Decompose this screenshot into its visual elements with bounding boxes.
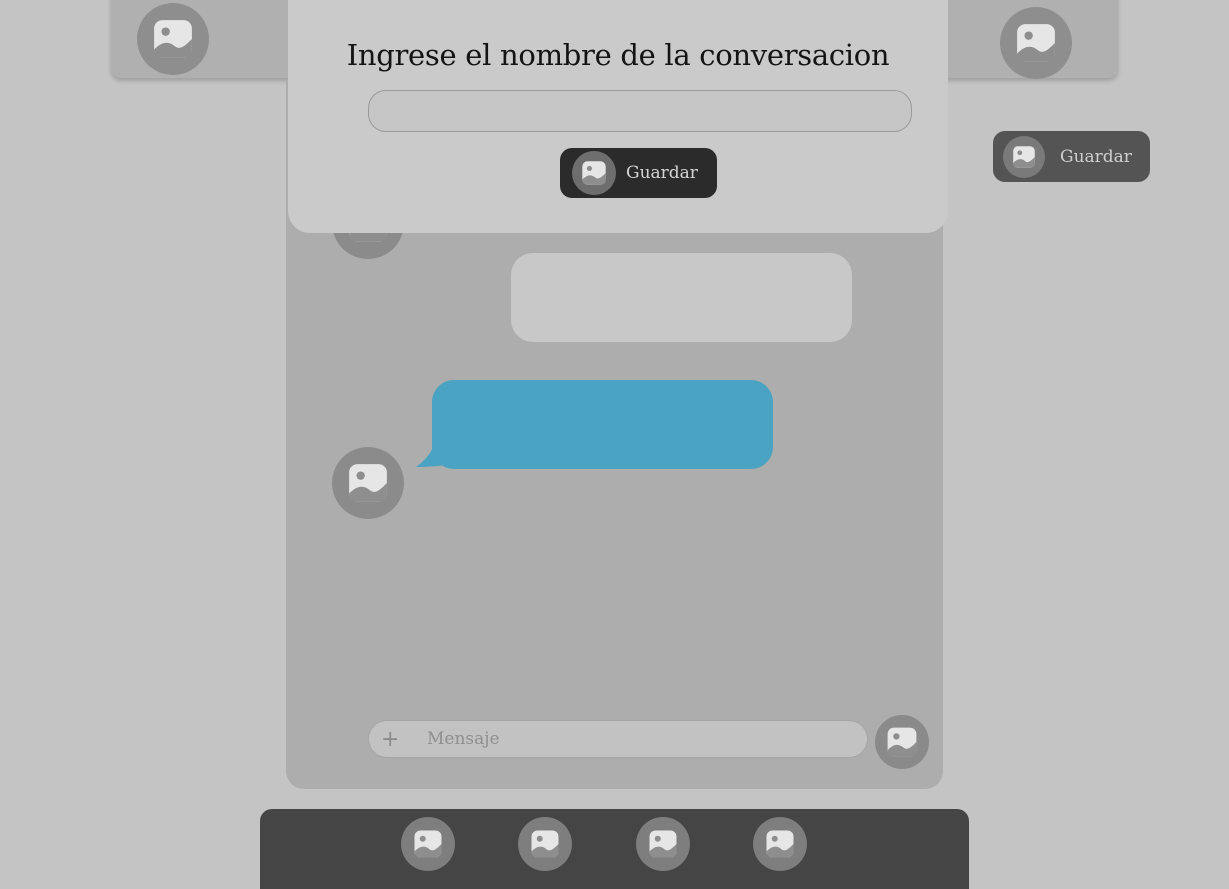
message-input[interactable] xyxy=(425,728,849,750)
nav-item-1[interactable] xyxy=(401,817,455,871)
avatar-icon xyxy=(332,447,404,519)
image-placeholder-icon xyxy=(572,151,616,195)
nav-item-2[interactable] xyxy=(518,817,572,871)
image-placeholder-icon[interactable] xyxy=(137,3,209,75)
message-bubble-incoming xyxy=(416,380,773,469)
nav-item-3[interactable] xyxy=(636,817,690,871)
image-placeholder-icon[interactable] xyxy=(1000,7,1072,79)
image-placeholder-icon xyxy=(765,829,795,859)
save-button[interactable]: Guardar xyxy=(560,148,717,198)
message-composer: + xyxy=(368,720,868,758)
dialog-title: Ingrese el nombre de la conversacion xyxy=(346,38,890,72)
send-button[interactable] xyxy=(875,715,929,769)
save-button-label: Guardar xyxy=(626,163,698,183)
conversation-name-dialog: Ingrese el nombre de la conversacion Gua… xyxy=(288,0,948,233)
image-placeholder-icon xyxy=(1003,135,1045,178)
add-attachment-button[interactable]: + xyxy=(381,727,403,752)
message-bubble-outgoing xyxy=(511,253,852,342)
image-placeholder-icon xyxy=(413,829,443,859)
image-placeholder-icon xyxy=(648,829,678,859)
conversation-name-input[interactable] xyxy=(368,90,912,132)
side-save-label: Guardar xyxy=(1060,146,1132,167)
nav-item-4[interactable] xyxy=(753,817,807,871)
image-placeholder-icon xyxy=(530,829,560,859)
bottom-navigation xyxy=(260,809,969,889)
side-save-button[interactable]: Guardar xyxy=(993,131,1150,182)
